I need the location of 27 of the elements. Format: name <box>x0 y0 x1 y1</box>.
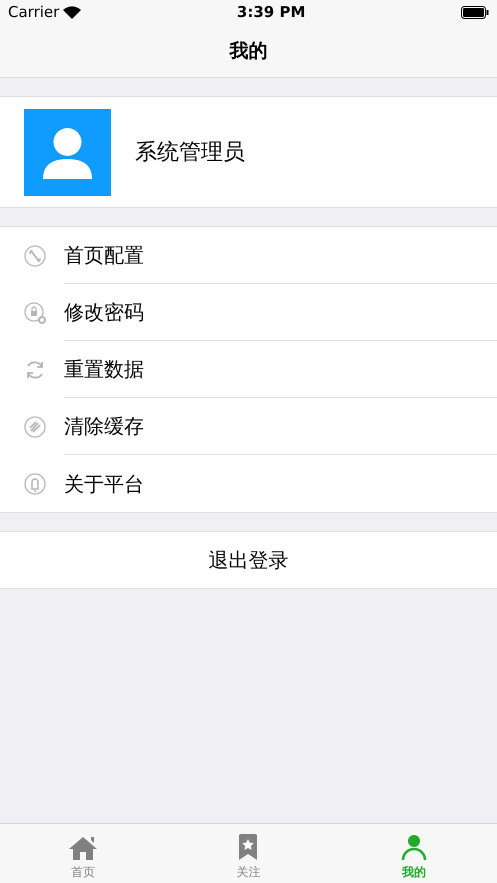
menu-label: 清除缓存 <box>64 413 144 440</box>
tab-item[interactable]: 首页 <box>0 824 166 883</box>
page-title: 我的 <box>230 38 268 64</box>
wifi-icon <box>63 6 82 19</box>
carrier-label: Carrier <box>8 2 60 24</box>
bookmark-icon <box>237 833 260 861</box>
tab-item[interactable]: 关注 <box>166 824 332 883</box>
battery-icon <box>460 6 489 19</box>
status-time: 3:39 PM <box>236 2 306 24</box>
menu-label: 首页配置 <box>64 242 144 269</box>
menu-label: 关于平台 <box>64 470 144 498</box>
home-icon <box>68 835 98 861</box>
menu-item[interactable]: 首页配置 <box>0 227 497 284</box>
lock-icon <box>23 300 47 324</box>
menu-item[interactable]: 重置数据 <box>0 341 497 398</box>
wrench-icon <box>23 244 47 268</box>
menu-label: 重置数据 <box>64 356 144 383</box>
menu-item[interactable]: 修改密码 <box>0 284 497 341</box>
menu-label: 修改密码 <box>64 299 144 326</box>
avatar-icon <box>24 108 111 196</box>
user-name: 系统管理员 <box>135 138 245 166</box>
bell-icon <box>23 472 47 496</box>
menu-item[interactable]: 关于平台 <box>0 455 497 512</box>
broom-icon <box>23 414 47 438</box>
menu-item[interactable]: 清除缓存 <box>0 398 497 455</box>
logout-button[interactable]: 退出登录 <box>0 531 497 589</box>
person-icon <box>400 833 428 861</box>
